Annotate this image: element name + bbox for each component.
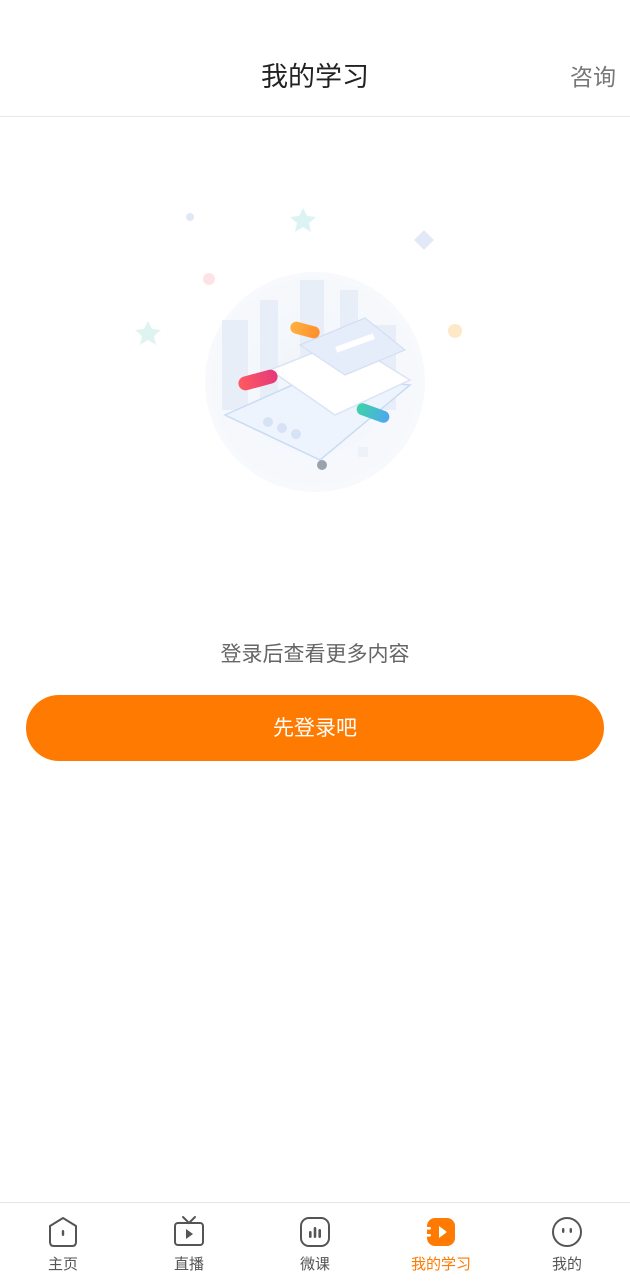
bottom-tab-bar: 主页 直播 微课 我的学习 我的: [0, 1202, 630, 1281]
login-prompt-text: 登录后查看更多内容: [220, 642, 410, 666]
tab-microcourse-label: 微课: [299, 1255, 330, 1273]
tab-me-label: 我的: [551, 1255, 582, 1273]
consult-button[interactable]: 咨询: [570, 40, 616, 116]
decor-dot: [203, 273, 215, 285]
decor-diamond: [414, 230, 434, 250]
tab-microcourse[interactable]: 微课: [252, 1203, 378, 1281]
login-button[interactable]: 先登录吧: [26, 695, 604, 761]
login-document-illustration: [120, 190, 500, 510]
decor-pin: [317, 460, 327, 470]
face-icon: [552, 1217, 582, 1247]
tab-my-learning[interactable]: 我的学习: [378, 1203, 504, 1281]
star-icon: [290, 208, 316, 232]
play-tag-icon: [425, 1218, 455, 1246]
tab-home-label: 主页: [47, 1255, 78, 1273]
home-icon: [49, 1217, 77, 1247]
chart-icon: [300, 1217, 330, 1247]
tab-live-label: 直播: [173, 1255, 204, 1273]
tab-my-learning-label: 我的学习: [410, 1255, 471, 1273]
star-icon: [135, 321, 161, 345]
decor-cube: [358, 447, 368, 457]
top-navigation-bar: 我的学习 咨询: [0, 40, 630, 117]
decor-dot: [186, 213, 194, 221]
tv-icon: [174, 1216, 204, 1246]
empty-state-illustration-svg: [135, 208, 462, 492]
tab-me[interactable]: 我的: [504, 1203, 630, 1281]
tab-home[interactable]: 主页: [0, 1203, 126, 1281]
decor-dot: [448, 324, 462, 338]
page-title: 我的学习: [261, 62, 369, 93]
tab-live[interactable]: 直播: [126, 1203, 252, 1281]
